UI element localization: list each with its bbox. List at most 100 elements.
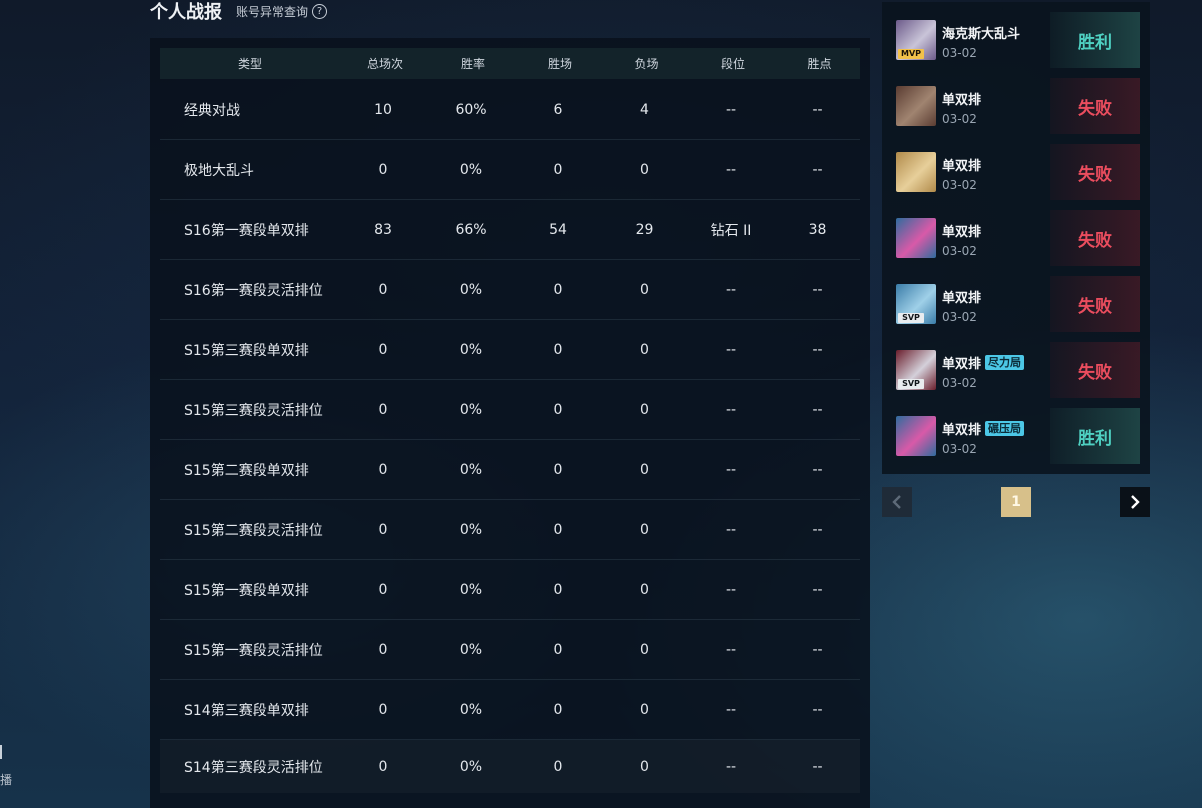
table-cell-wins: 0 xyxy=(553,521,563,538)
table-cell-losses: 0 xyxy=(640,161,649,178)
table-cell-wins: 0 xyxy=(553,641,563,658)
table-cell-rank: -- xyxy=(725,101,737,118)
table-cell-total: 0 xyxy=(378,461,388,478)
match-mode-label: 海克斯大乱斗 xyxy=(942,27,1021,42)
champion-avatar: SVP xyxy=(896,284,936,324)
page-title: 个人战报 xyxy=(150,2,222,23)
table-cell-rank: -- xyxy=(725,701,737,718)
champion-avatar xyxy=(896,416,936,456)
svp-badge: SVP xyxy=(898,313,924,323)
table-cell-winrate: 0% xyxy=(459,641,483,658)
table-cell-wins: 0 xyxy=(553,161,563,178)
table-cell-total: 0 xyxy=(378,521,388,538)
column-header-wins: 胜场 xyxy=(547,57,572,71)
table-cell-winrate: 0% xyxy=(459,281,483,298)
match-date: 03-02 xyxy=(942,442,977,456)
table-cell-wins: 0 xyxy=(553,701,563,718)
chevron-right-icon xyxy=(1131,495,1140,509)
table-row: S15第一赛段单双排 0 0% 0 0 -- -- xyxy=(160,560,860,620)
match-tag: 尽力局 xyxy=(985,355,1025,370)
table-cell-winrate: 66% xyxy=(455,221,487,238)
match-mode: 单双排 xyxy=(942,287,981,306)
table-cell-rank: -- xyxy=(725,758,737,775)
table-row: S16第一赛段灵活排位 0 0% 0 0 -- -- xyxy=(160,260,860,320)
table-cell-rank: -- xyxy=(725,401,737,418)
account-anomaly-label: 账号异常查询 xyxy=(236,4,309,19)
table-row: S15第二赛段单双排 0 0% 0 0 -- -- xyxy=(160,440,860,500)
account-anomaly-link[interactable]: 账号异常查询 ? xyxy=(236,3,328,20)
table-cell-lp: 38 xyxy=(808,221,827,238)
prev-page-button[interactable] xyxy=(882,487,912,517)
table-cell-rank: -- xyxy=(725,461,737,478)
match-result-lose: 失败 xyxy=(1050,342,1140,398)
column-header-losses: 负场 xyxy=(634,57,659,71)
match-mode: 单双排 碾压局 xyxy=(942,419,1025,438)
table-cell-total: 0 xyxy=(378,701,388,718)
table-cell-rank: -- xyxy=(725,521,737,538)
table-cell-losses: 0 xyxy=(640,401,649,418)
table-cell-lp: -- xyxy=(812,161,823,178)
table-row: S15第二赛段灵活排位 0 0% 0 0 -- -- xyxy=(160,500,860,560)
table-cell-type: S15第三赛段单双排 xyxy=(184,342,309,359)
champion-avatar xyxy=(896,152,936,192)
table-row: S14第三赛段单双排 0 0% 0 0 -- -- xyxy=(160,680,860,740)
page-header: 个人战报 账号异常查询 ? xyxy=(150,0,328,23)
match-card[interactable]: 单双排 03-02 失败 xyxy=(896,210,1140,266)
table-cell-winrate: 0% xyxy=(459,461,483,478)
match-card[interactable]: MVP 海克斯大乱斗 03-02 胜利 xyxy=(896,12,1140,68)
champion-avatar: MVP xyxy=(896,20,936,60)
table-cell-rank: -- xyxy=(725,341,737,358)
table-cell-losses: 0 xyxy=(640,341,649,358)
match-card[interactable]: SVP 单双排 03-02 失败 xyxy=(896,276,1140,332)
page-number-current[interactable]: 1 xyxy=(1001,487,1031,517)
table-row: 极地大乱斗 0 0% 0 0 -- -- xyxy=(160,140,860,200)
table-cell-total: 0 xyxy=(378,281,388,298)
table-cell-lp: -- xyxy=(812,401,823,418)
table-cell-winrate: 0% xyxy=(459,521,483,538)
table-cell-lp: -- xyxy=(812,461,823,478)
match-date: 03-02 xyxy=(942,244,977,258)
table-cell-wins: 0 xyxy=(553,758,563,775)
table-cell-losses: 0 xyxy=(640,461,649,478)
match-card[interactable]: 单双排 03-02 失败 xyxy=(896,78,1140,134)
column-header-rank: 段位 xyxy=(720,57,745,71)
match-result-lose: 失败 xyxy=(1050,78,1140,134)
table-cell-lp: -- xyxy=(812,101,823,118)
table-cell-losses: 0 xyxy=(640,521,649,538)
match-mode-label: 单双排 xyxy=(942,357,982,372)
table-cell-type: S15第一赛段单双排 xyxy=(184,582,309,599)
champion-avatar: SVP xyxy=(896,350,936,390)
next-page-button[interactable] xyxy=(1120,487,1150,517)
column-header-winrate: 胜率 xyxy=(460,57,485,71)
table-cell-total: 0 xyxy=(378,341,388,358)
column-header-total: 总场次 xyxy=(366,57,403,71)
champion-avatar xyxy=(896,218,936,258)
table-row: S15第一赛段灵活排位 0 0% 0 0 -- -- xyxy=(160,620,860,680)
table-cell-rank: -- xyxy=(725,641,737,658)
table-cell-rank: 钻石 II xyxy=(710,222,752,239)
table-row: S16第一赛段单双排 83 66% 54 29 钻石 II 38 xyxy=(160,200,860,260)
match-result-lose: 失败 xyxy=(1050,144,1140,200)
table-cell-losses: 4 xyxy=(640,101,649,118)
match-card[interactable]: SVP 单双排 尽力局 03-02 失败 xyxy=(896,342,1140,398)
column-header-type: 类型 xyxy=(237,57,262,71)
table-cell-lp: -- xyxy=(812,341,823,358)
table-cell-type: S15第三赛段灵活排位 xyxy=(184,402,323,419)
table-cell-winrate: 60% xyxy=(455,101,487,118)
table-cell-losses: 0 xyxy=(640,281,649,298)
match-mode-label: 单双排 xyxy=(942,159,982,174)
table-cell-winrate: 0% xyxy=(459,701,483,718)
table-cell-type: S16第一赛段单双排 xyxy=(184,222,309,239)
match-result-win: 胜利 xyxy=(1050,408,1140,464)
table-row: S15第三赛段单双排 0 0% 0 0 -- -- xyxy=(160,320,860,380)
table-row: 经典对战 10 60% 6 4 -- -- xyxy=(160,80,860,140)
match-card[interactable]: 单双排 碾压局 03-02 胜利 xyxy=(896,408,1140,464)
match-result-win: 胜利 xyxy=(1050,12,1140,68)
table-cell-winrate: 0% xyxy=(459,161,483,178)
edge-indicator-bar xyxy=(0,745,2,759)
table-cell-total: 10 xyxy=(374,101,392,118)
help-icon[interactable]: ? xyxy=(312,3,328,19)
match-mode-label: 单双排 xyxy=(942,291,982,306)
match-card[interactable]: 单双排 03-02 失败 xyxy=(896,144,1140,200)
table-cell-wins: 0 xyxy=(553,581,563,598)
